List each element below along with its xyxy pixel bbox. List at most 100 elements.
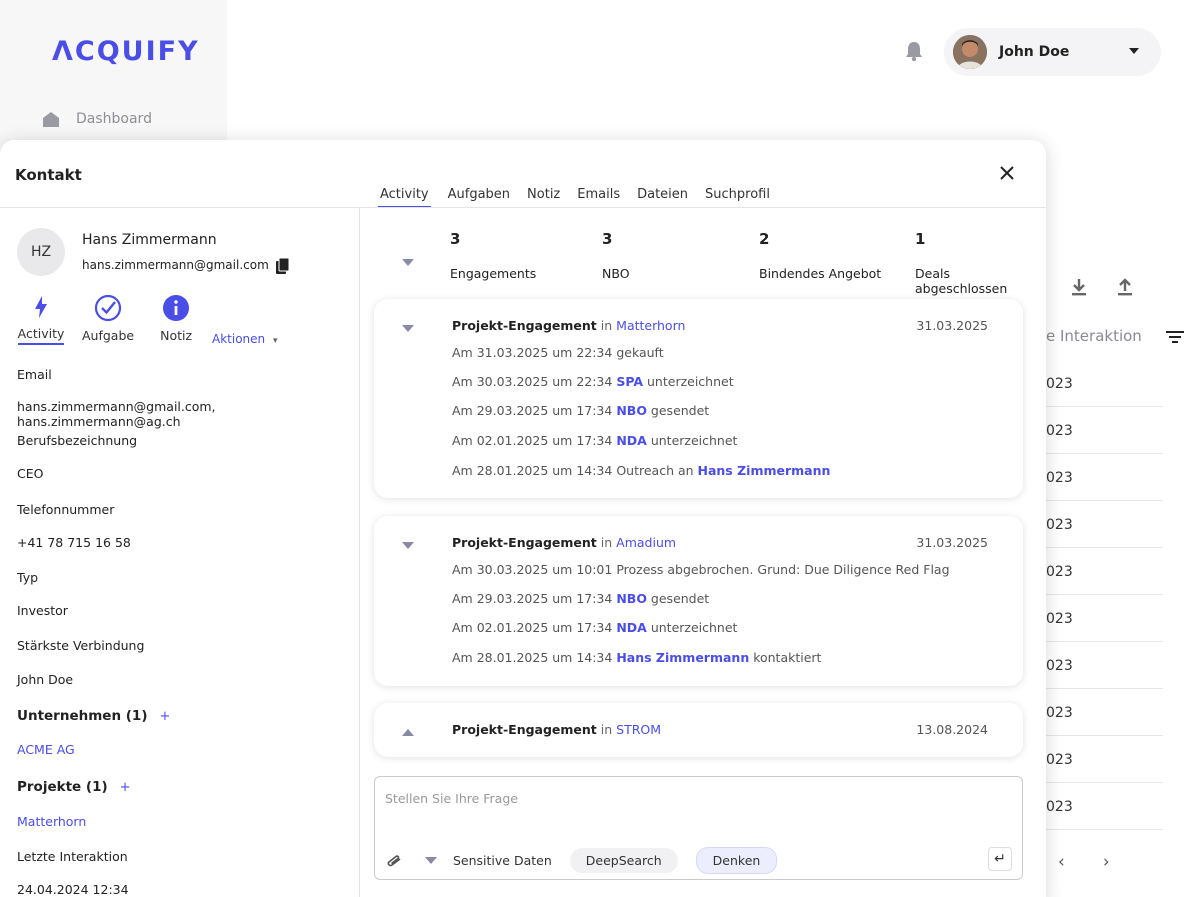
table-row[interactable]: 023 xyxy=(1046,689,1163,736)
caret-down-icon xyxy=(402,259,414,266)
activity-line-text: gesendet xyxy=(646,591,710,606)
job-title-label: Berufsbezeichnung xyxy=(17,433,138,448)
engagement-in: in xyxy=(600,722,613,737)
stat-label: NBO xyxy=(602,266,630,281)
activity-line-text: Am 02.01.2025 um 17:34 xyxy=(452,620,617,635)
activity-line-link[interactable]: NBO xyxy=(616,591,647,606)
job-title-value: CEO xyxy=(17,466,44,481)
activity-line-link[interactable]: Hans Zimmermann xyxy=(616,650,749,665)
pagination: ‹ › xyxy=(1058,852,1110,872)
info-icon xyxy=(163,295,190,321)
chat-toolbar: Sensitive Daten DeepSearch Denken xyxy=(385,847,778,874)
sensitive-data-label[interactable]: Sensitive Daten xyxy=(453,853,552,868)
engagement-project-link[interactable]: Amadium xyxy=(616,535,676,550)
quick-actions: Activity Aufgabe Notiz xyxy=(17,294,192,345)
more-actions-dropdown[interactable]: Aktionen ▾ xyxy=(212,332,278,346)
download-icon[interactable] xyxy=(1069,277,1089,297)
table-row[interactable]: 023 xyxy=(1046,360,1163,407)
table-row[interactable]: 023 xyxy=(1046,642,1163,689)
upload-icon[interactable] xyxy=(1115,277,1135,297)
tab-emails[interactable]: Emails xyxy=(577,187,620,208)
caret-down-icon[interactable] xyxy=(425,856,437,865)
activity-line-text: Am 02.01.2025 um 17:34 xyxy=(452,433,617,448)
engagement-type: Projekt-Engagement xyxy=(452,535,597,550)
caret-down-icon[interactable] xyxy=(402,325,414,333)
prev-page-button[interactable]: ‹ xyxy=(1058,852,1065,872)
modal-title: Kontakt xyxy=(15,166,82,184)
stat-label: Engagements xyxy=(450,266,537,281)
user-menu[interactable]: John Doe xyxy=(944,28,1161,76)
projects-heading: Projekte (1) + xyxy=(17,779,131,795)
activity-action-button[interactable]: Activity xyxy=(17,294,65,345)
app-logo[interactable]: ΛCQUIFY xyxy=(52,36,200,67)
filter-icon[interactable] xyxy=(1165,329,1185,349)
engagement-card: Projekt-Engagement in Amadium 31.03.2025… xyxy=(374,516,1023,686)
activity-line-text: Am 31.03.2025 um 22:34 gekauft xyxy=(452,345,664,360)
table-row[interactable]: 023 xyxy=(1046,783,1163,830)
caret-up-icon[interactable] xyxy=(402,728,414,736)
stat-binding-offer: 2 Bindendes Angebot xyxy=(759,230,881,281)
send-button[interactable]: ↵ xyxy=(988,847,1012,871)
tab-notiz[interactable]: Notiz xyxy=(527,187,560,208)
last-interaction-label: Letzte Interaktion xyxy=(17,849,128,864)
table-row[interactable]: 023 xyxy=(1046,595,1163,642)
paperclip-icon[interactable] xyxy=(385,854,403,868)
think-button[interactable]: Denken xyxy=(695,847,778,874)
tab-activity[interactable]: Activity xyxy=(378,187,431,208)
next-page-button[interactable]: › xyxy=(1103,852,1110,872)
add-project-button[interactable]: + xyxy=(120,780,131,795)
table-row[interactable]: 023 xyxy=(1046,548,1163,595)
note-action-label: Notiz xyxy=(160,328,193,343)
email-value: hans.zimmermann@gmail.com, hans.zimmerma… xyxy=(17,399,216,429)
contact-details-panel: HZ Hans Zimmermann hans.zimmermann@gmail… xyxy=(0,208,360,897)
connection-label: Stärkste Verbindung xyxy=(17,638,145,653)
company-link[interactable]: ACME AG xyxy=(17,742,75,757)
activity-line-link[interactable]: NDA xyxy=(616,433,647,448)
activity-line-link[interactable]: NDA xyxy=(616,620,647,635)
engagement-type: Projekt-Engagement xyxy=(452,722,597,737)
activity-line: Am 29.03.2025 um 17:34 NBO gesendet xyxy=(452,403,709,418)
stat-engagements: 3 Engagements xyxy=(450,230,536,281)
activity-line-link[interactable]: NBO xyxy=(616,403,647,418)
engagement-date: 31.03.2025 xyxy=(916,535,988,550)
ai-question-input[interactable]: Stellen Sie Ihre Frage Sensitive Daten D… xyxy=(374,776,1023,880)
caret-down-icon[interactable] xyxy=(402,542,414,550)
engagement-title: Projekt-Engagement in Amadium xyxy=(452,535,676,550)
tab-aufgaben[interactable]: Aufgaben xyxy=(448,187,510,208)
task-action-label: Aufgabe xyxy=(82,328,135,343)
contact-modal: Kontakt Activity Aufgaben Notiz Emails D… xyxy=(0,140,1046,897)
tab-dateien[interactable]: Dateien xyxy=(637,187,688,208)
table-row[interactable]: 023 xyxy=(1046,407,1163,454)
table-row[interactable]: 023 xyxy=(1046,736,1163,783)
activity-line-text: unterzeichnet xyxy=(646,433,738,448)
activity-line-link[interactable]: SPA xyxy=(616,374,643,389)
engagement-card: Projekt-Engagement in STROM 13.08.2024 xyxy=(374,703,1023,757)
task-action-button[interactable]: Aufgabe xyxy=(82,294,134,343)
project-link[interactable]: Matterhorn xyxy=(17,814,86,829)
stat-deals-closed: 1 Deals abgeschlossen xyxy=(915,230,1046,296)
companies-heading-label: Unternehmen (1) xyxy=(17,708,148,724)
engagement-title: Projekt-Engagement in Matterhorn xyxy=(452,318,685,333)
add-company-button[interactable]: + xyxy=(160,709,171,724)
activity-line: Am 30.03.2025 um 22:34 SPA unterzeichnet xyxy=(452,374,734,389)
close-button[interactable] xyxy=(996,162,1018,184)
engagement-project-link[interactable]: Matterhorn xyxy=(616,318,685,333)
stats-collapse-toggle[interactable] xyxy=(402,252,414,271)
notification-bell-icon[interactable] xyxy=(903,40,925,66)
table-row[interactable]: 023 xyxy=(1046,501,1163,548)
activity-line-link[interactable]: Hans Zimmermann xyxy=(698,463,831,478)
note-action-button[interactable]: Notiz xyxy=(160,294,192,343)
copy-icon[interactable] xyxy=(276,257,290,279)
tab-suchprofil[interactable]: Suchprofil xyxy=(705,187,770,208)
engagement-type: Projekt-Engagement xyxy=(452,318,597,333)
engagement-project-link[interactable]: STROM xyxy=(616,722,661,737)
home-icon xyxy=(43,112,59,127)
sidebar-item-label: Dashboard xyxy=(76,111,152,127)
deepsearch-button[interactable]: DeepSearch xyxy=(569,848,678,873)
table-column-header[interactable]: e Interaktion xyxy=(1046,327,1142,345)
activity-line-text: Am 30.03.2025 um 22:34 xyxy=(452,374,617,389)
table-row[interactable]: 023 xyxy=(1046,454,1163,501)
chevron-down-icon[interactable] xyxy=(1129,48,1139,54)
sidebar-item-dashboard[interactable]: Dashboard xyxy=(42,110,152,128)
user-name: John Doe xyxy=(999,44,1070,60)
